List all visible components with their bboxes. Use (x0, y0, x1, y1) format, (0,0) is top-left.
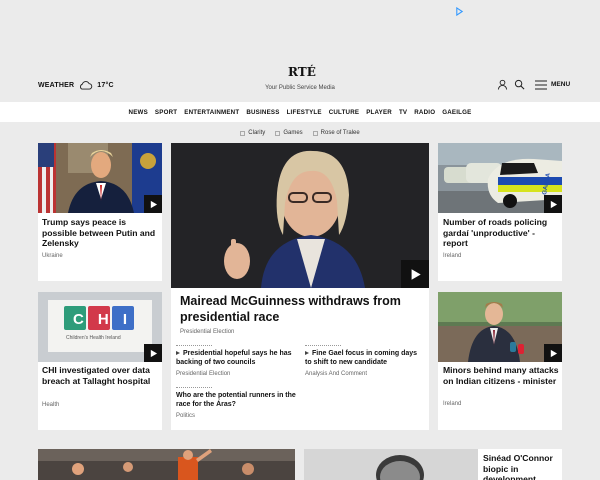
menu-button[interactable]: MENU (535, 80, 570, 90)
menu-label: MENU (551, 81, 571, 88)
story-category[interactable]: Analysis And Comment (305, 371, 367, 377)
divider (176, 345, 212, 346)
story-thumbnail[interactable]: CHI Children's Health Ireland (38, 292, 162, 362)
story-category[interactable]: Presidential Election (176, 371, 230, 377)
search-icon[interactable] (514, 79, 525, 90)
nav-tv[interactable]: TV (399, 109, 407, 116)
nav-culture[interactable]: CULTURE (329, 109, 360, 116)
related-story-link[interactable]: Presidential hopeful says he has backing… (176, 349, 296, 367)
story-category[interactable]: Health (42, 402, 59, 408)
story-card-sinead[interactable]: Sinéad O'Connor biopic in development (304, 449, 562, 480)
sport-photo (38, 449, 295, 480)
story-headline[interactable]: Number of roads policing gardaí 'unprodu… (443, 217, 560, 249)
chi-name-text: Children's Health Ireland (66, 335, 121, 341)
related-headline: Fine Gael focus in coming days to shift … (305, 350, 418, 366)
sub-navigation: Clarity Games Rose of Tralee (0, 127, 600, 139)
nav-sport[interactable]: SPORT (155, 109, 177, 116)
story-card-hero[interactable]: Mairead McGuinness withdraws from presid… (171, 143, 429, 430)
story-card-trump[interactable]: Trump says peace is possible between Put… (38, 143, 162, 281)
story-category[interactable]: Presidential Election (180, 329, 234, 335)
nav-lifestyle[interactable]: LIFESTYLE (287, 109, 322, 116)
clarity-icon (240, 130, 246, 136)
story-card-sport[interactable] (38, 449, 295, 480)
main-navigation: NEWS SPORT ENTERTAINMENT BUSINESS LIFEST… (0, 102, 600, 122)
story-headline[interactable]: Trump says peace is possible between Put… (42, 217, 160, 249)
user-icon[interactable] (497, 79, 508, 90)
play-icon (550, 349, 557, 357)
subnav-label: Games (283, 130, 303, 136)
story-headline[interactable]: CHI investigated over data breach at Tal… (42, 365, 160, 386)
nav-entertainment[interactable]: ENTERTAINMENT (184, 109, 239, 116)
subnav-label: Clarity (248, 130, 266, 136)
story-card-roads[interactable]: GARDA Number of roads policing gardaí 'u… (438, 143, 562, 281)
story-headline[interactable]: Minors behind many attacks on Indian cit… (443, 365, 560, 386)
play-icon (176, 351, 180, 355)
rte-logo[interactable]: RTÉ (288, 65, 316, 79)
video-play-button[interactable] (144, 195, 162, 213)
nav-player[interactable]: PLAYER (366, 109, 392, 116)
nav-radio[interactable]: RADIO (414, 109, 435, 116)
subnav-rose-of-tralee[interactable]: Rose of Tralee (312, 130, 360, 136)
related-story-link[interactable]: Who are the potential runners in the rac… (176, 391, 301, 409)
story-headline[interactable]: Sinéad O'Connor biopic in development (483, 453, 561, 480)
hero-headline[interactable]: Mairead McGuinness withdraws from presid… (180, 294, 429, 325)
related-headline: Presidential hopeful says he has backing… (176, 350, 292, 366)
play-icon (550, 200, 557, 208)
video-play-button[interactable] (144, 344, 162, 362)
mcguinness-photo (171, 143, 429, 288)
subnav-clarity[interactable]: Clarity (240, 130, 265, 136)
rose-icon (312, 130, 318, 136)
story-card-attacks[interactable]: Minors behind many attacks on Indian cit… (438, 292, 562, 430)
story-thumbnail[interactable] (38, 143, 162, 213)
play-icon (305, 351, 309, 355)
ad-choices-icon[interactable] (455, 7, 464, 16)
site-header: WEATHER 17°C RTÉ Your Public Service Med… (0, 60, 600, 102)
story-thumbnail[interactable] (438, 292, 562, 362)
story-category[interactable]: Politics (176, 413, 195, 419)
hamburger-icon (535, 80, 547, 89)
divider (176, 387, 212, 388)
play-icon (150, 349, 157, 357)
subnav-games[interactable]: Games (275, 130, 303, 136)
play-icon (411, 268, 421, 280)
play-icon (150, 200, 157, 208)
sinead-photo (304, 449, 478, 480)
story-category[interactable]: Ireland (443, 253, 461, 259)
story-card-chi[interactable]: CHI Children's Health Ireland CHI invest… (38, 292, 162, 430)
related-headline: Who are the potential runners in the rac… (176, 392, 296, 408)
divider (305, 345, 341, 346)
video-play-button[interactable] (544, 195, 562, 213)
related-story-link[interactable]: Fine Gael focus in coming days to shift … (305, 349, 425, 367)
video-play-button[interactable] (401, 260, 429, 288)
nav-business[interactable]: BUSINESS (246, 109, 279, 116)
story-category[interactable]: Ireland (443, 401, 461, 407)
advertisement-slot[interactable] (0, 0, 600, 60)
video-play-button[interactable] (544, 344, 562, 362)
nav-gaeilge[interactable]: GAEILGE (442, 109, 471, 116)
games-icon (275, 130, 281, 136)
nav-news[interactable]: NEWS (129, 109, 148, 116)
story-thumbnail[interactable]: GARDA (438, 143, 562, 213)
subnav-label: Rose of Tralee (320, 130, 360, 136)
story-category[interactable]: Ukraine (42, 253, 63, 259)
hero-thumbnail[interactable] (171, 143, 429, 288)
